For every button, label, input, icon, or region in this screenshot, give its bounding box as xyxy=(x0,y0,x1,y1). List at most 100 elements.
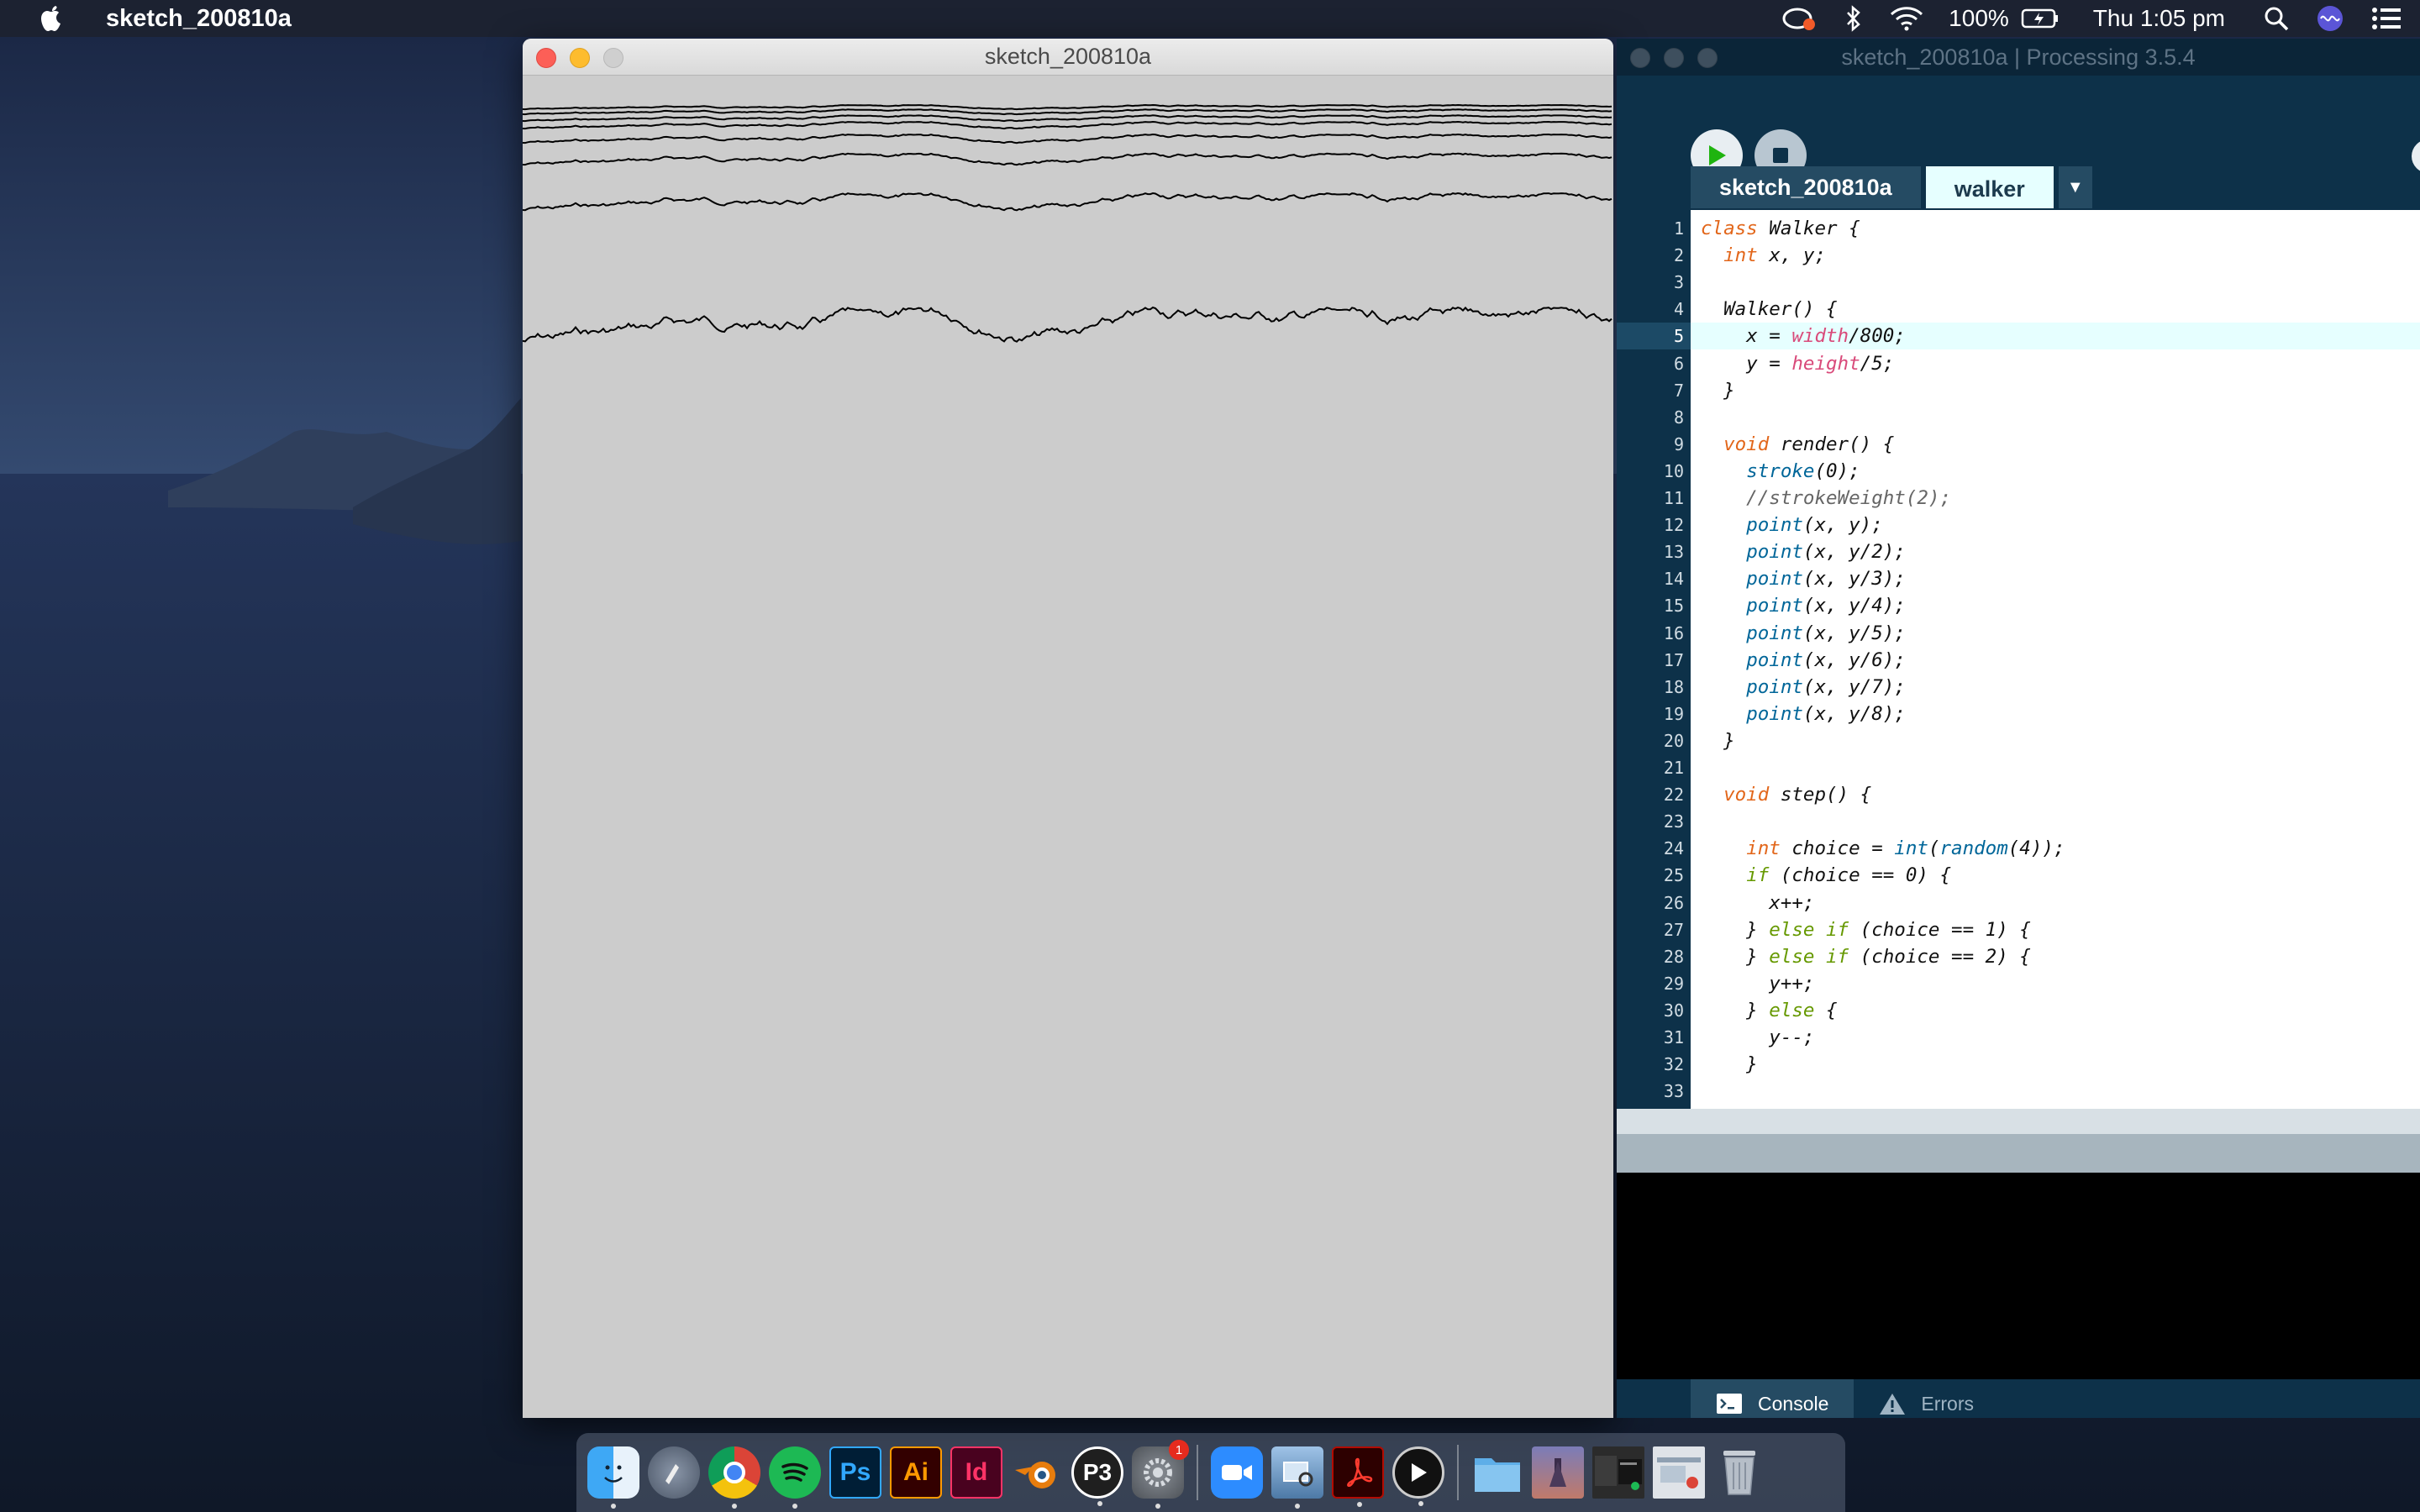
code-line[interactable]: 14 point(x, y/3); xyxy=(1617,565,2420,592)
tab-console[interactable]: Console xyxy=(1691,1379,1854,1418)
code-line[interactable]: 25 if (choice == 0) { xyxy=(1617,862,2420,889)
code-text: y = height/5; xyxy=(1701,352,1895,375)
code-line[interactable]: 9 void render() { xyxy=(1617,431,2420,458)
line-number: 5 xyxy=(1673,326,1684,347)
code-line[interactable]: 22 void step() { xyxy=(1617,781,2420,808)
launchpad-icon[interactable] xyxy=(648,1446,700,1499)
code-editor[interactable]: 1 class Walker {2 int x, y; 3 4 Walker() {5… xyxy=(1617,210,2420,1109)
quicktime-icon[interactable] xyxy=(1392,1446,1444,1506)
system-preferences-icon[interactable]: 1 xyxy=(1132,1440,1189,1509)
code-line[interactable]: 7 } xyxy=(1617,377,2420,404)
spotlight-search-icon[interactable] xyxy=(2264,6,2289,31)
code-line[interactable]: 19 point(x, y/8); xyxy=(1617,701,2420,727)
code-line[interactable]: 31 y--; xyxy=(1617,1024,2420,1051)
ide-minimize-button[interactable] xyxy=(1664,48,1684,68)
code-line[interactable]: 28 } else if (choice == 2) { xyxy=(1617,943,2420,970)
chrome-icon[interactable] xyxy=(708,1446,760,1509)
trash-icon[interactable] xyxy=(1713,1446,1765,1499)
photo-stack-icon[interactable] xyxy=(1532,1446,1584,1499)
code-line[interactable]: 2 int x, y; xyxy=(1617,242,2420,269)
finder-icon[interactable] xyxy=(587,1446,639,1509)
wifi-icon[interactable] xyxy=(1890,6,1923,31)
code-text: point(x, y/7); xyxy=(1746,675,1906,698)
ide-titlebar[interactable]: sketch_200810a | Processing 3.5.4 xyxy=(1617,39,2420,76)
code-line[interactable]: 13 point(x, y/2); xyxy=(1617,538,2420,565)
code-line[interactable]: 5 x = width/800; xyxy=(1617,323,2420,349)
sketch-titlebar[interactable]: sketch_200810a xyxy=(523,39,1613,76)
siri-icon[interactable] xyxy=(2316,4,2344,33)
tab-menu-button[interactable]: ▼ xyxy=(2058,166,2092,208)
code-line[interactable]: 26 x++; xyxy=(1617,890,2420,916)
code-text: //strokeWeight(2); xyxy=(1701,487,1952,509)
code-text: } xyxy=(1701,1053,1758,1076)
code-line[interactable]: 3 xyxy=(1617,269,2420,296)
preview-icon[interactable] xyxy=(1271,1446,1323,1509)
code-line[interactable]: 33 xyxy=(1617,1078,2420,1105)
code-line[interactable]: 8 xyxy=(1617,404,2420,431)
photoshop-icon[interactable]: Ps xyxy=(829,1446,881,1499)
tab-sketch-main[interactable]: sketch_200810a xyxy=(1691,166,1921,208)
code-line[interactable]: 1 class Walker { xyxy=(1617,215,2420,242)
line-number: 9 xyxy=(1673,433,1684,454)
tab-errors[interactable]: Errors xyxy=(1854,1379,1999,1418)
code-line[interactable]: 30 } else { xyxy=(1617,997,2420,1024)
code-line[interactable]: 10 stroke(0); xyxy=(1617,458,2420,485)
menu-bar: sketch_200810a 100% Thu 1:05 pm xyxy=(0,0,2420,37)
code-line[interactable]: 27 } else if (choice == 1) { xyxy=(1617,916,2420,943)
window-thumb-2-icon[interactable] xyxy=(1653,1446,1705,1499)
line-number: 22 xyxy=(1663,785,1684,806)
ide-zoom-button[interactable] xyxy=(1697,48,1718,68)
code-line[interactable]: 29 y++; xyxy=(1617,970,2420,997)
zoom-icon[interactable] xyxy=(1211,1446,1263,1499)
tab-walker[interactable]: walker xyxy=(1925,166,2054,208)
line-number: 12 xyxy=(1663,515,1684,536)
processing-icon[interactable]: P3 xyxy=(1071,1446,1123,1506)
code-line[interactable]: 32 } xyxy=(1617,1051,2420,1078)
code-text: } xyxy=(1701,379,1735,402)
code-line[interactable]: 24 int choice = int(random(4)); xyxy=(1617,835,2420,862)
folder-icon[interactable] xyxy=(1471,1446,1523,1499)
ide-window-controls xyxy=(1630,48,1718,68)
apple-menu-icon[interactable] xyxy=(32,3,71,34)
code-line[interactable]: 23 xyxy=(1617,808,2420,835)
code-line[interactable]: 11 //strokeWeight(2); xyxy=(1617,485,2420,512)
debug-mode-button[interactable] xyxy=(2412,139,2420,173)
code-line[interactable]: 17 point(x, y/6); xyxy=(1617,647,2420,674)
walker-trail xyxy=(523,306,1612,343)
illustrator-icon[interactable]: Ai xyxy=(890,1446,942,1499)
spotify-icon[interactable] xyxy=(769,1446,821,1509)
code-text: point(x, y/3); xyxy=(1746,568,1906,591)
notification-center-icon[interactable] xyxy=(2371,7,2402,30)
code-line[interactable]: 4 Walker() { xyxy=(1617,296,2420,323)
creative-cloud-icon[interactable] xyxy=(1781,6,1818,31)
zoom-button[interactable] xyxy=(603,48,623,68)
code-line[interactable]: 20 } xyxy=(1617,727,2420,754)
code-line[interactable]: 6 y = height/5; xyxy=(1617,350,2420,377)
acrobat-icon[interactable] xyxy=(1332,1446,1384,1507)
line-number: 29 xyxy=(1663,973,1684,994)
sketch-canvas[interactable] xyxy=(523,76,1613,1418)
ide-close-button[interactable] xyxy=(1630,48,1650,68)
active-app-name[interactable]: sketch_200810a xyxy=(106,5,292,33)
console-tab-label: Console xyxy=(1758,1392,1829,1415)
bluetooth-icon[interactable] xyxy=(1844,5,1863,32)
minimize-button[interactable] xyxy=(570,48,590,68)
close-button[interactable] xyxy=(536,48,556,68)
console-output[interactable] xyxy=(1617,1173,2420,1379)
line-number: 28 xyxy=(1663,946,1684,967)
blender-icon[interactable] xyxy=(1011,1446,1063,1499)
code-line[interactable]: 15 point(x, y/4); xyxy=(1617,592,2420,619)
code-line[interactable]: 21 xyxy=(1617,754,2420,781)
status-bar xyxy=(1617,1109,2420,1134)
warning-icon xyxy=(1880,1394,1906,1415)
battery-percentage[interactable]: 100% xyxy=(1949,5,2009,32)
line-number: 30 xyxy=(1663,1000,1684,1021)
code-line[interactable]: 16 point(x, y/5); xyxy=(1617,620,2420,647)
line-number: 18 xyxy=(1663,676,1684,697)
code-line[interactable]: 18 point(x, y/7); xyxy=(1617,674,2420,701)
menubar-clock[interactable]: Thu 1:05 pm xyxy=(2093,5,2225,32)
window-thumb-1-icon[interactable] xyxy=(1592,1446,1644,1499)
code-line[interactable]: 12 point(x, y); xyxy=(1617,512,2420,538)
battery-icon[interactable] xyxy=(2021,8,2060,29)
indesign-icon[interactable]: Id xyxy=(950,1446,1002,1499)
